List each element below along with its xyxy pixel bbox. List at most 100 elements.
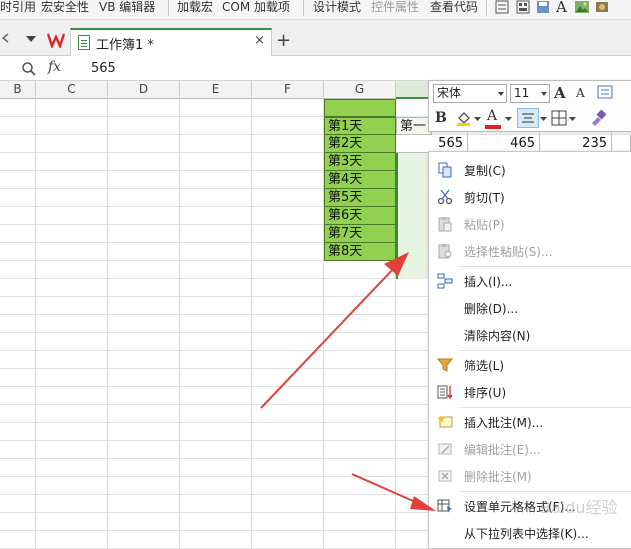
sort-icon — [437, 385, 453, 400]
menu-item-label: 插入(I)... — [464, 275, 513, 289]
menu-item-label: 删除批注(M) — [464, 470, 532, 484]
mini-toolbar: 宋体 11 A A B A — [428, 80, 631, 132]
align-center-icon — [522, 113, 534, 123]
chevron-down-icon[interactable] — [505, 117, 512, 122]
menu-item-delete[interactable]: 删除(D)... — [429, 296, 631, 320]
format-painter-icon[interactable] — [589, 109, 607, 127]
header-cell[interactable]: 第一 — [396, 117, 432, 135]
ribbon-item-design-mode[interactable]: 设计模式 — [313, 0, 361, 18]
menu-item-label: 粘贴(P) — [464, 218, 505, 232]
ribbon-item-view-code[interactable]: 查看代码 — [430, 0, 478, 18]
menu-item-label: 筛选(L) — [464, 359, 505, 373]
bold-button[interactable]: B — [435, 108, 447, 128]
zoom-icon[interactable] — [21, 61, 37, 77]
menu-item-insert[interactable]: 插入(I)... — [429, 269, 631, 293]
chevron-down-icon[interactable] — [541, 92, 547, 96]
menu-divider — [459, 350, 631, 351]
fx-icon[interactable]: fx — [48, 59, 61, 75]
text-icon[interactable]: A — [556, 0, 567, 18]
save-icon[interactable] — [536, 0, 550, 14]
menu-item-clear-contents[interactable]: 清除内容(N) — [429, 323, 631, 347]
row-label-day1[interactable]: 第1天 — [324, 117, 396, 135]
ribbon-divider — [168, 0, 169, 16]
tab-workbook1[interactable]: 工作簿1 * × — [70, 28, 272, 56]
grow-font-icon[interactable]: A — [554, 83, 566, 103]
chevron-down-icon[interactable] — [540, 117, 547, 122]
column-header-c[interactable]: C — [36, 81, 108, 99]
column-header-f[interactable]: F — [252, 81, 324, 99]
font-name-value: 宋体 — [437, 86, 462, 100]
font-color-swatch — [485, 125, 501, 129]
toolbox-icon[interactable] — [516, 0, 530, 14]
row-label-day7[interactable]: 第7天 — [324, 225, 396, 243]
row-label-day8[interactable]: 第8天 — [324, 243, 396, 261]
copy-icon — [438, 162, 452, 178]
menu-item-cut[interactable]: 剪切(T) — [429, 185, 631, 209]
menu-item-copy[interactable]: 复制(C) — [429, 158, 631, 182]
new-tab-icon[interactable]: + — [276, 30, 291, 51]
font-size-select[interactable]: 11 — [510, 84, 550, 103]
menu-item-delete-comment[interactable]: 删除批注(M) — [429, 464, 631, 488]
close-icon[interactable]: × — [254, 33, 265, 48]
scissors-icon — [437, 189, 453, 205]
back-icon[interactable] — [0, 31, 12, 45]
row-label-day6[interactable]: 第6天 — [324, 207, 396, 225]
column-header-d[interactable]: D — [108, 81, 180, 99]
comment-add-icon — [437, 415, 453, 428]
column-header-g[interactable]: G — [324, 81, 396, 99]
ribbon-item-addins[interactable]: 加载宏 — [177, 0, 213, 18]
menu-item-sort[interactable]: 排序(U) — [429, 380, 631, 404]
ribbon-item-macro-security[interactable]: 宏安全性 — [41, 0, 89, 18]
row-label-day4[interactable]: 第4天 — [324, 171, 396, 189]
align-center-button[interactable] — [517, 108, 539, 128]
ribbon-item-vb-editor[interactable]: VB 编辑器 — [99, 0, 155, 18]
column-header-e[interactable]: E — [180, 81, 252, 99]
ribbon-item-control-properties[interactable]: 控件属性 — [371, 0, 419, 18]
column-header-b[interactable]: B — [0, 81, 36, 99]
comment-delete-icon — [438, 470, 452, 482]
row-label-day5[interactable]: 第5天 — [324, 189, 396, 207]
row-label-day2[interactable]: 第2天 — [324, 135, 396, 153]
photo-icon[interactable] — [595, 0, 609, 14]
menu-item-insert-comment[interactable]: 插入批注(M)... — [429, 410, 631, 434]
paste-icon — [438, 217, 452, 232]
formula-bar: fx 565 — [0, 57, 631, 81]
menu-item-label: 清除内容(N) — [464, 329, 531, 343]
menu-item-label: 排序(U) — [464, 386, 507, 400]
row-label-day3[interactable]: 第3天 — [324, 153, 396, 171]
ribbon-item-references[interactable]: 时引用 — [0, 0, 36, 18]
menu-item-label: 剪切(T) — [464, 191, 505, 205]
borders-icon[interactable] — [551, 110, 567, 126]
formula-input[interactable]: 565 — [91, 61, 116, 76]
menu-item-label: 复制(C) — [464, 164, 506, 178]
spreadsheet-doc-icon — [78, 35, 90, 50]
filter-icon — [437, 358, 453, 372]
menu-item-label: 插入批注(M)... — [464, 416, 544, 430]
chevron-down-icon[interactable] — [474, 117, 481, 122]
form-icon[interactable] — [495, 0, 509, 14]
font-size-value: 11 — [514, 86, 530, 100]
menu-item-edit-comment[interactable]: 编辑批注(E)... — [429, 437, 631, 461]
header-label-cell[interactable] — [324, 99, 396, 117]
ribbon-divider — [486, 0, 487, 16]
menu-item-pick-from-list[interactable]: 从下拉列表中选择(K)... — [429, 521, 631, 545]
image-icon[interactable] — [575, 0, 589, 14]
font-name-select[interactable]: 宋体 — [433, 84, 507, 103]
wps-logo-icon[interactable] — [47, 32, 65, 48]
clear-format-icon[interactable] — [597, 84, 613, 100]
fill-color-icon[interactable] — [455, 109, 473, 127]
chevron-down-icon[interactable] — [569, 117, 576, 122]
fill-color-swatch — [457, 123, 470, 126]
ribbon-item-com-addins[interactable]: COM 加载项 — [222, 0, 290, 18]
shrink-font-icon[interactable]: A — [576, 83, 585, 103]
menu-item-paste-special[interactable]: 选择性粘贴(S)... — [429, 239, 631, 263]
chevron-down-icon[interactable] — [498, 92, 504, 96]
comment-edit-icon — [438, 443, 452, 455]
menu-item-paste[interactable]: 粘贴(P) — [429, 212, 631, 236]
menu-item-filter[interactable]: 筛选(L) — [429, 353, 631, 377]
watermark-logo: Baidu经验 — [540, 498, 618, 517]
font-color-icon[interactable]: A — [487, 106, 497, 126]
chevron-down-icon[interactable] — [26, 36, 36, 43]
menu-divider — [459, 407, 631, 408]
column-header-h[interactable] — [396, 81, 432, 99]
